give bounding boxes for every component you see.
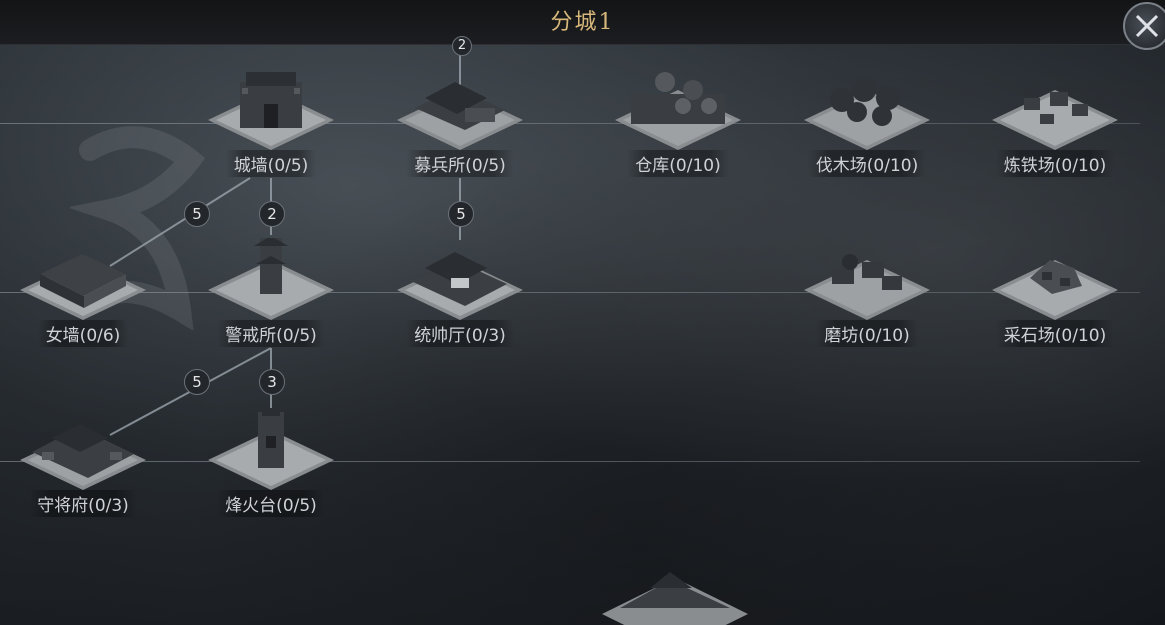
requirement-badge: 2: [259, 201, 285, 227]
top-bar: 分城1: [0, 0, 1165, 45]
requirement-badge: 5: [448, 201, 474, 227]
page-title: 分城1: [550, 10, 615, 35]
close-icon: [1135, 14, 1159, 38]
warehouse-icon: [615, 72, 741, 150]
watchtower-icon: [208, 238, 334, 320]
requirement-badge: 5: [184, 369, 210, 395]
garrison-manor-icon: [20, 424, 146, 490]
command-hall-icon: [397, 252, 523, 320]
building-label: 炼铁场(0/10): [995, 150, 1115, 177]
building-label: 磨坊(0/10): [816, 320, 918, 347]
building-cangku[interactable]: 仓库(0/10): [608, 68, 748, 177]
building-caishichang[interactable]: 采石场(0/10): [985, 238, 1125, 347]
parapet-icon: [20, 254, 146, 320]
building-famuchang[interactable]: 伐木场(0/10): [797, 68, 937, 177]
city-wall-icon: [208, 72, 334, 150]
building-shoujiangfu[interactable]: 守将府(0/3): [13, 408, 153, 517]
requirement-badge: 5: [184, 201, 210, 227]
building-fenghuotai[interactable]: 烽火台(0/5): [201, 408, 341, 517]
building-jingjiesuo[interactable]: 警戒所(0/5): [201, 238, 341, 347]
building-label: 女墙(0/6): [37, 320, 129, 347]
barracks-icon: [397, 82, 523, 150]
building-mofang[interactable]: 磨坊(0/10): [797, 238, 937, 347]
building-mubingsuo[interactable]: 募兵所(0/5): [390, 68, 530, 177]
building-tongshuaiting[interactable]: 统帅厅(0/3): [390, 238, 530, 347]
ironworks-icon: [992, 90, 1118, 150]
beacon-tower-icon: [208, 408, 334, 490]
partial-building-icon: [602, 572, 748, 625]
requirement-badge: 3: [259, 369, 285, 395]
building-label: 烽火台(0/5): [217, 490, 325, 517]
building-label: 仓库(0/10): [627, 150, 729, 177]
close-button[interactable]: [1123, 2, 1165, 50]
building-label: 城墙(0/5): [225, 150, 317, 177]
building-label: 募兵所(0/5): [406, 150, 514, 177]
building-label: 统帅厅(0/3): [406, 320, 514, 347]
building-label: 采石场(0/10): [995, 320, 1115, 347]
building-label: 警戒所(0/5): [217, 320, 325, 347]
building-chengqiang[interactable]: 城墙(0/5): [201, 68, 341, 177]
mill-icon: [804, 254, 930, 320]
quarry-icon: [992, 260, 1118, 320]
building-liantiechang[interactable]: 炼铁场(0/10): [985, 68, 1125, 177]
building-label: 守将府(0/3): [29, 490, 137, 517]
lumber-mill-icon: [804, 78, 930, 150]
building-label: 伐木场(0/10): [807, 150, 927, 177]
building-nvqiang[interactable]: 女墙(0/6): [13, 238, 153, 347]
requirement-badge: 2: [452, 36, 472, 56]
